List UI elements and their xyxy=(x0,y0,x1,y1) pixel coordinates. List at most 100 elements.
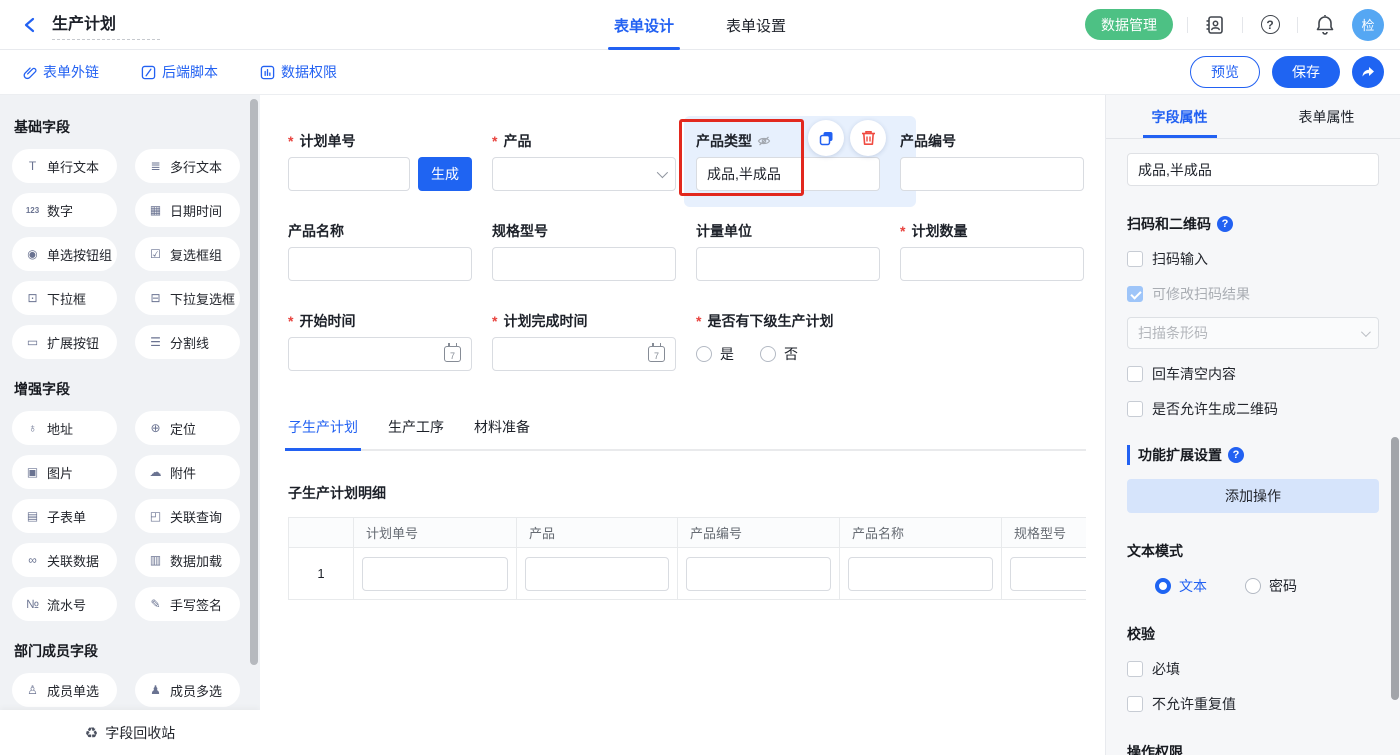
tab-material-prep[interactable]: 材料准备 xyxy=(474,417,530,449)
field-value-input[interactable]: 成品,半成品 xyxy=(1127,153,1379,186)
plan-qty-input[interactable] xyxy=(900,247,1084,281)
field-finish-time[interactable]: 计划完成时间 7 xyxy=(492,311,676,371)
dropdown-icon: ⊡ xyxy=(24,291,41,305)
avatar[interactable]: 检 xyxy=(1352,9,1384,41)
back-button[interactable] xyxy=(18,13,42,37)
sidebar-item-member-multi[interactable]: ♟成员多选 xyxy=(135,673,240,707)
sidebar-scrollbar[interactable] xyxy=(250,99,258,665)
tab-form-properties[interactable]: 表单属性 xyxy=(1253,95,1400,138)
contact-book-icon[interactable] xyxy=(1202,12,1228,38)
unit-input[interactable] xyxy=(696,247,880,281)
sidebar-item-label: 成员单选 xyxy=(47,681,99,700)
product-select[interactable] xyxy=(492,157,676,191)
checkbox-enter-clear[interactable]: 回车清空内容 xyxy=(1127,364,1379,384)
product-code-input[interactable] xyxy=(900,157,1084,191)
form-external-link[interactable]: 表单外链 xyxy=(22,62,99,82)
sidebar-item-radio-group[interactable]: ◉单选按钮组 xyxy=(12,237,117,271)
field-plan-no[interactable]: 计划单号 生成 xyxy=(288,131,472,191)
divider-icon: ☰ xyxy=(147,335,164,349)
product-name-input[interactable] xyxy=(288,247,472,281)
field-label: 计量单位 xyxy=(696,221,880,241)
data-manage-button[interactable]: 数据管理 xyxy=(1085,9,1173,40)
checkbox-required[interactable]: 必填 xyxy=(1127,659,1379,679)
spec-model-input[interactable] xyxy=(492,247,676,281)
help-icon[interactable]: ? xyxy=(1257,12,1283,38)
preview-button[interactable]: 预览 xyxy=(1190,56,1260,88)
sidebar-item-dropdown[interactable]: ⊡下拉框 xyxy=(12,281,117,315)
field-has-sub-plan[interactable]: 是否有下级生产计划 是 否 xyxy=(696,311,896,371)
field-spec-model[interactable]: 规格型号 xyxy=(492,221,676,281)
header-right: 数据管理 ? 检 xyxy=(1085,9,1384,41)
radio-text-mode[interactable]: 文本 xyxy=(1155,576,1207,596)
tab-field-properties[interactable]: 字段属性 xyxy=(1106,95,1253,138)
sidebar-item-location[interactable]: ⊕定位 xyxy=(135,411,240,445)
cell-input-product[interactable] xyxy=(525,557,669,591)
cell-input-product-code[interactable] xyxy=(686,557,831,591)
radio-yes[interactable]: 是 xyxy=(696,344,734,364)
sidebar-item-linked-data[interactable]: ∞关联数据 xyxy=(12,543,117,577)
sidebar-item-member-single[interactable]: ♙成员单选 xyxy=(12,673,117,707)
field-unit[interactable]: 计量单位 xyxy=(696,221,880,281)
delete-field-button[interactable] xyxy=(850,120,886,156)
sidebar-item-serial-number[interactable]: №流水号 xyxy=(12,587,117,621)
tab-form-settings[interactable]: 表单设置 xyxy=(726,0,786,50)
field-product-code[interactable]: 产品编号 xyxy=(900,131,1084,191)
field-label-text: 产品类型 xyxy=(696,131,752,151)
checkbox-no-duplicate[interactable]: 不允许重复值 xyxy=(1127,694,1379,714)
sidebar-item-extend-button[interactable]: ▭扩展按钮 xyxy=(12,325,117,359)
sidebar-item-checkbox-group[interactable]: ☑复选框组 xyxy=(135,237,240,271)
radio-password-mode[interactable]: 密码 xyxy=(1245,576,1297,596)
sidebar-item-attachment[interactable]: ☁附件 xyxy=(135,455,240,489)
checkbox-scan-input[interactable]: 扫码输入 xyxy=(1127,249,1379,269)
field-product[interactable]: 产品 xyxy=(492,131,676,191)
sidebar-item-divider-line[interactable]: ☰分割线 xyxy=(135,325,240,359)
field-recycle-bin[interactable]: ♻ 字段回收站 xyxy=(0,710,260,755)
scan-type-select[interactable]: 扫描条形码 xyxy=(1127,317,1379,349)
help-badge-icon[interactable]: ? xyxy=(1217,216,1233,232)
checkbox-allow-qr[interactable]: 是否允许生成二维码 xyxy=(1127,399,1379,419)
finish-time-input[interactable]: 7 xyxy=(492,337,676,371)
sidebar-item-signature[interactable]: ✎手写签名 xyxy=(135,587,240,621)
checkbox-editable-scan-result[interactable]: 可修改扫码结果 xyxy=(1127,284,1379,304)
cell-input-product-name[interactable] xyxy=(848,557,993,591)
tab-sub-production-plan[interactable]: 子生产计划 xyxy=(288,417,358,449)
sidebar-item-label: 关联数据 xyxy=(47,551,99,570)
backend-script-link[interactable]: 后端脚本 xyxy=(141,62,218,82)
product-type-input[interactable]: 成品,半成品 xyxy=(696,157,880,191)
plan-no-input[interactable] xyxy=(288,157,410,191)
field-label: 计划完成时间 xyxy=(492,311,676,331)
field-product-name[interactable]: 产品名称 xyxy=(288,221,472,281)
sidebar-item-subform[interactable]: ▤子表单 xyxy=(12,499,117,533)
permission-icon xyxy=(260,65,275,80)
sidebar-item-image[interactable]: ▣图片 xyxy=(12,455,117,489)
sidebar-item-datetime[interactable]: ▦日期时间 xyxy=(135,193,240,227)
cell-input-spec-model[interactable] xyxy=(1010,557,1086,591)
sidebar-item-address[interactable]: ♁地址 xyxy=(12,411,117,445)
notification-bell-icon[interactable] xyxy=(1312,12,1338,38)
data-permission-link[interactable]: 数据权限 xyxy=(260,62,337,82)
sidebar-item-number[interactable]: 123数字 xyxy=(12,193,117,227)
sidebar-item-data-load[interactable]: ▥数据加载 xyxy=(135,543,240,577)
radio-no[interactable]: 否 xyxy=(760,344,798,364)
field-start-time[interactable]: 开始时间 7 xyxy=(288,311,472,371)
generate-button[interactable]: 生成 xyxy=(418,157,472,191)
cell-input-plan-no[interactable] xyxy=(362,557,508,591)
add-action-button[interactable]: 添加操作 xyxy=(1127,479,1379,513)
sidebar-item-linked-query[interactable]: ◰关联查询 xyxy=(135,499,240,533)
text-mode-title: 文本模式 xyxy=(1127,541,1379,561)
help-badge-icon[interactable]: ? xyxy=(1228,447,1244,463)
sidebar-item-multi-text[interactable]: ≣多行文本 xyxy=(135,149,240,183)
field-plan-qty[interactable]: 计划数量 xyxy=(900,221,1084,281)
section-title-enhanced-fields: 增强字段 xyxy=(14,379,260,399)
tab-production-process[interactable]: 生产工序 xyxy=(388,417,444,449)
copy-field-button[interactable] xyxy=(808,120,844,156)
eye-off-icon xyxy=(757,135,771,147)
sidebar-item-single-text[interactable]: T单行文本 xyxy=(12,149,117,183)
sidebar-item-multi-dropdown[interactable]: ⊟下拉复选框 xyxy=(135,281,240,315)
save-button[interactable]: 保存 xyxy=(1272,56,1340,88)
window-scrollbar[interactable] xyxy=(1391,437,1399,700)
start-time-input[interactable]: 7 xyxy=(288,337,472,371)
share-button[interactable] xyxy=(1352,56,1384,88)
field-product-type[interactable]: 产品类型 成品,半成品 xyxy=(696,131,880,191)
tab-form-design[interactable]: 表单设计 xyxy=(614,0,674,50)
